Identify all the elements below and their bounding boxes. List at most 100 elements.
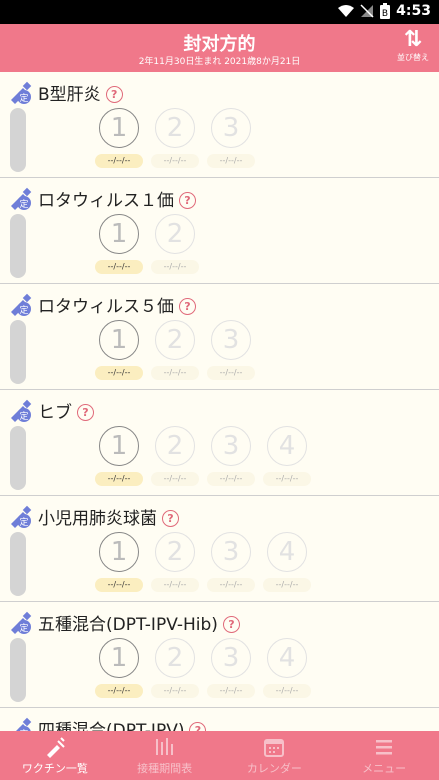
help-icon[interactable]: ?	[162, 510, 179, 527]
vaccine-card[interactable]: 定ロタウィルス５価? 1 --/--/-- 2 --/--/-- 3 --/--/--	[0, 284, 439, 390]
status-bar: B 4:53	[0, 0, 439, 24]
dose-2[interactable]: 2 --/--/--	[151, 532, 199, 592]
dose-2[interactable]: 2 --/--/--	[151, 638, 199, 698]
dose-2[interactable]: 2 --/--/--	[151, 108, 199, 168]
dose-date: --/--/--	[207, 154, 255, 168]
dose-1[interactable]: 1 --/--/--	[95, 532, 143, 592]
wifi-icon	[338, 5, 355, 17]
dose-number: 1	[99, 426, 139, 466]
vaccine-name: B型肝炎?	[38, 80, 123, 105]
status-time: 4:53	[396, 3, 431, 19]
dose-number: 4	[267, 426, 307, 466]
calendar-icon	[263, 736, 285, 758]
dose-number: 4	[267, 638, 307, 678]
badge-label: 定	[19, 92, 28, 104]
menu-icon	[373, 736, 395, 758]
vaccine-side-bar	[10, 320, 26, 384]
dose-1[interactable]: 1 --/--/--	[95, 426, 143, 486]
nav-item-calendar[interactable]: カレンダー	[220, 731, 330, 780]
nav-label: ワクチン一覧	[21, 761, 88, 775]
vaccine-side-bar	[10, 532, 26, 596]
dose-row: 1 --/--/-- 2 --/--/-- 3 --/--/--	[95, 320, 255, 380]
vaccine-side-bar	[10, 638, 26, 702]
badge-label: 定	[19, 410, 28, 422]
dose-date: --/--/--	[263, 472, 311, 486]
dose-number: 3	[211, 638, 251, 678]
dose-date: --/--/--	[95, 154, 143, 168]
dose-number: 2	[155, 214, 195, 254]
dose-date: --/--/--	[151, 260, 199, 274]
dose-1[interactable]: 1 --/--/--	[95, 638, 143, 698]
vaccine-card[interactable]: 定小児用肺炎球菌? 1 --/--/-- 2 --/--/-- 3 --/--/-- 4 --/…	[0, 496, 439, 602]
nav-label: 接種期間表	[137, 761, 193, 775]
dose-number: 2	[155, 320, 195, 360]
dose-3[interactable]: 3 --/--/--	[207, 426, 255, 486]
vaccine-card[interactable]: 定ロタウィルス１価? 1 --/--/-- 2 --/--/--	[0, 178, 439, 284]
nav-item-menu[interactable]: メニュー	[329, 731, 439, 780]
dose-date: --/--/--	[95, 684, 143, 698]
dose-3[interactable]: 3 --/--/--	[207, 320, 255, 380]
dose-number: 2	[155, 108, 195, 148]
app-header: 封对方的 2年11月30日生まれ 2021歳8か月21日 ⇅ 並び替え	[0, 24, 439, 72]
dose-row: 1 --/--/-- 2 --/--/-- 3 --/--/-- 4 --/--/--	[95, 532, 311, 592]
dose-3[interactable]: 3 --/--/--	[207, 532, 255, 592]
help-icon[interactable]: ?	[77, 404, 94, 421]
vaccine-name-text: 五種混合(DPT-IPV-Hib)	[38, 615, 218, 635]
badge-label: 定	[19, 198, 28, 210]
dose-2[interactable]: 2 --/--/--	[151, 214, 199, 274]
page-title: 封对方的	[183, 34, 256, 55]
vaccine-card[interactable]: 定四種混合(DPT-IPV)?1--/--/--2--/--/--3--/--/…	[0, 708, 439, 731]
nav-item-syringe[interactable]: ワクチン一覧	[0, 731, 110, 780]
help-icon[interactable]: ?	[179, 298, 196, 315]
dose-date: --/--/--	[95, 472, 143, 486]
dose-row: 1 --/--/-- 2 --/--/--	[95, 214, 199, 274]
dose-number: 3	[211, 108, 251, 148]
dose-number: 2	[155, 426, 195, 466]
dose-row: 1 --/--/-- 2 --/--/-- 3 --/--/--	[95, 108, 255, 168]
battery-level: B	[382, 9, 388, 19]
help-icon[interactable]: ?	[222, 616, 240, 633]
dose-3[interactable]: 3 --/--/--	[207, 638, 255, 698]
help-icon[interactable]: ?	[105, 86, 123, 103]
vaccine-card[interactable]: 定ヒブ? 1 --/--/-- 2 --/--/-- 3 --/--/-- 4 --/--/--	[0, 390, 439, 496]
regular-vaccine-badge-icon: 定	[9, 80, 33, 104]
dose-date: --/--/--	[95, 578, 143, 592]
help-icon[interactable]: ?	[189, 722, 207, 731]
dose-date: --/--/--	[151, 472, 199, 486]
vaccine-card[interactable]: 定 B型肝炎? 1 --/--/-- 2 --/--/-- 3 --/--/--	[0, 72, 439, 178]
dose-date: --/--/--	[207, 578, 255, 592]
vaccine-name: 小児用肺炎球菌?	[38, 504, 179, 529]
badge-label: 定	[19, 622, 28, 634]
dose-1[interactable]: 1 --/--/--	[95, 214, 143, 274]
dose-date: --/--/--	[151, 366, 199, 380]
nav-item-chart[interactable]: 接種期間表	[110, 731, 220, 780]
regular-vaccine-badge-icon: 定	[9, 292, 33, 316]
dose-2[interactable]: 2 --/--/--	[151, 426, 199, 486]
no-signal-icon	[360, 4, 374, 18]
dose-4[interactable]: 4 --/--/--	[263, 532, 311, 592]
vaccine-name-text: ロタウィルス１価	[38, 191, 174, 211]
sort-button[interactable]: ⇅ 並び替え	[393, 28, 433, 63]
status-icons: B 4:53	[338, 3, 431, 19]
regular-vaccine-badge-icon: 定	[9, 186, 33, 210]
dose-3[interactable]: 3 --/--/--	[207, 108, 255, 168]
dose-date: --/--/--	[151, 578, 199, 592]
dose-number: 1	[99, 320, 139, 360]
dose-1[interactable]: 1 --/--/--	[95, 320, 143, 380]
dose-date: --/--/--	[151, 154, 199, 168]
vaccine-card[interactable]: 定五種混合(DPT-IPV-Hib)? 1 --/--/-- 2 --/--/-- 3 --…	[0, 602, 439, 708]
badge-label: 定	[19, 304, 28, 316]
vaccine-side-bar	[10, 108, 26, 172]
dose-number: 3	[211, 532, 251, 572]
vaccine-list: 定 B型肝炎? 1 --/--/-- 2 --/--/-- 3 --/--/-- 定ロタウィルス…	[0, 72, 439, 731]
bottom-nav: ワクチン一覧 接種期間表 カレンダー メニュー	[0, 731, 439, 780]
dose-4[interactable]: 4 --/--/--	[263, 426, 311, 486]
vaccine-name: ロタウィルス１価?	[38, 186, 196, 211]
help-icon[interactable]: ?	[179, 192, 196, 209]
sort-icon: ⇅	[403, 27, 423, 52]
dose-date: --/--/--	[95, 366, 143, 380]
dose-2[interactable]: 2 --/--/--	[151, 320, 199, 380]
dose-4[interactable]: 4 --/--/--	[263, 638, 311, 698]
dose-1[interactable]: 1 --/--/--	[95, 108, 143, 168]
dose-number: 2	[155, 638, 195, 678]
